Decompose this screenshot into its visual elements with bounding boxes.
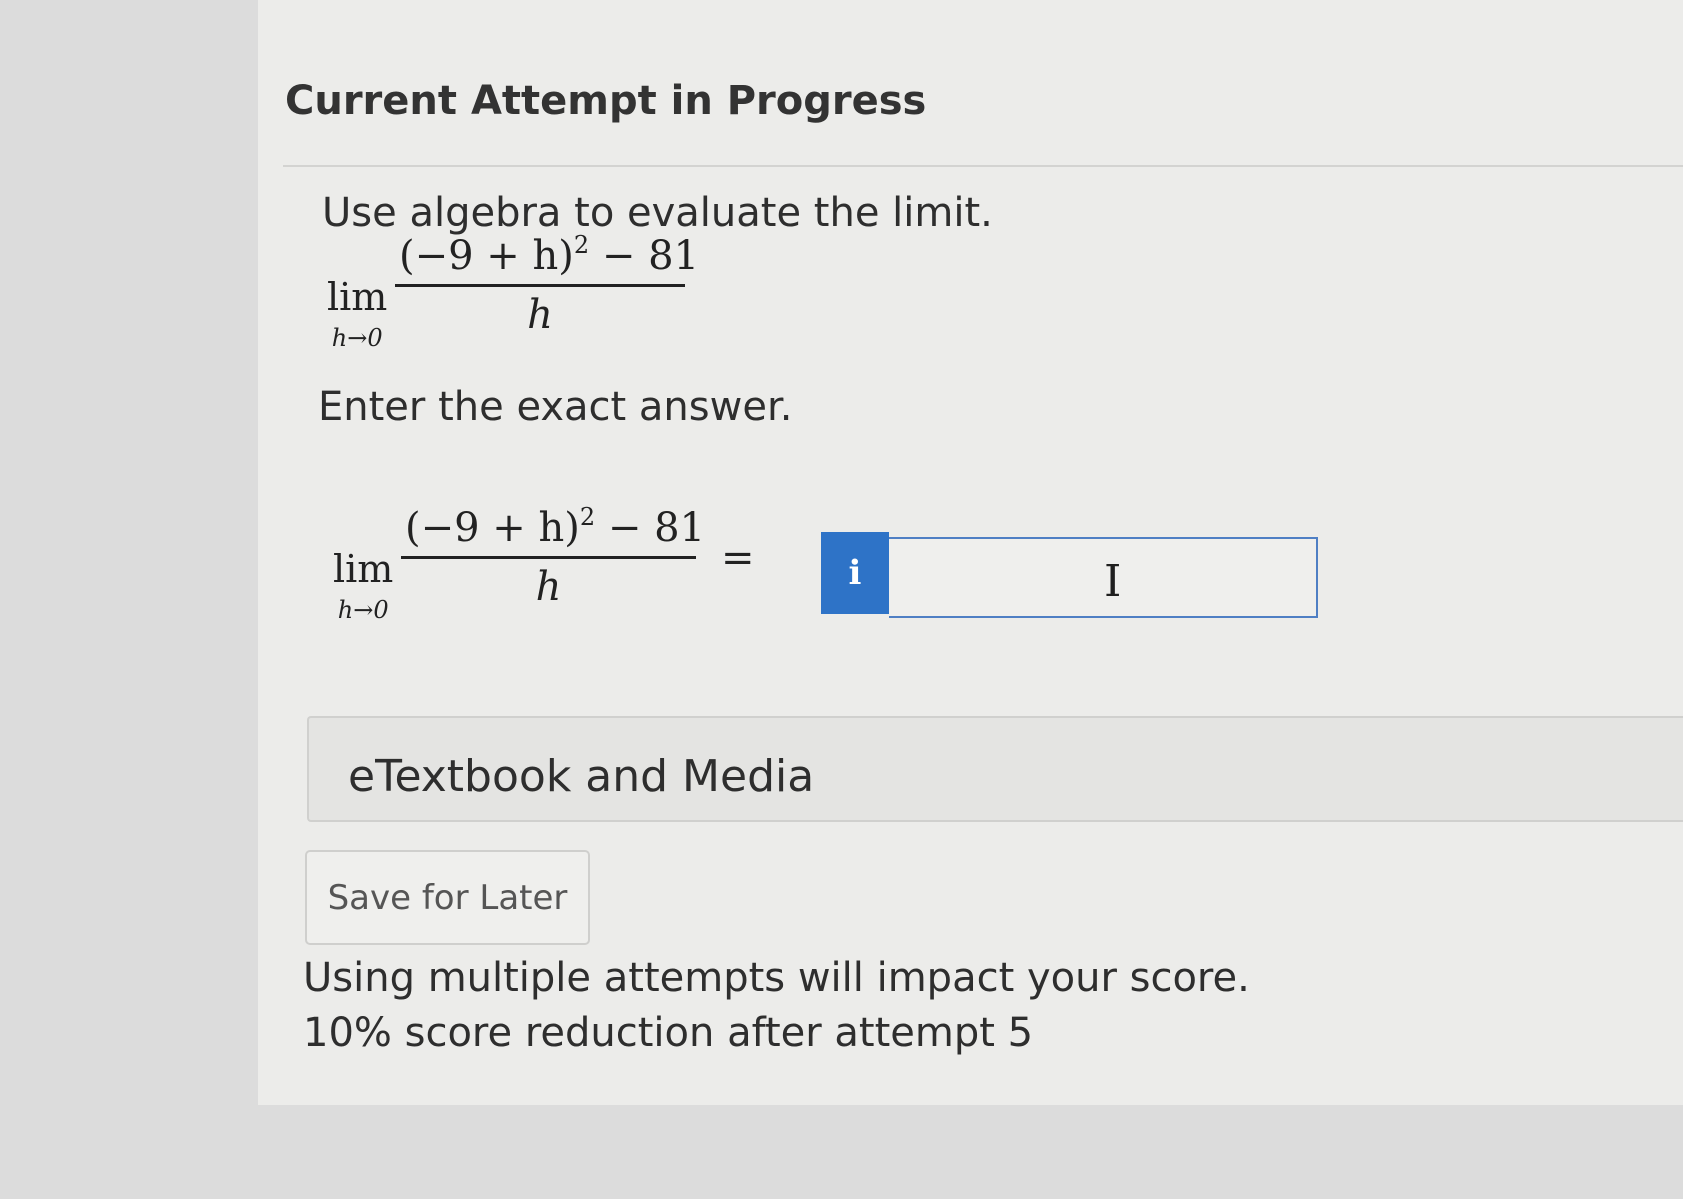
- limit-subscript: h→0: [331, 324, 383, 352]
- numerator-base: (−9 + h): [399, 233, 574, 279]
- info-icon[interactable]: i: [821, 532, 889, 614]
- etextbook-media-label[interactable]: eTextbook and Media: [348, 751, 814, 802]
- score-reduction-notice: 10% score reduction after attempt 5: [303, 1010, 1034, 1056]
- numerator-tail: − 81: [595, 505, 706, 551]
- save-for-later-button[interactable]: Save for Later: [305, 850, 590, 945]
- question-instruction: Use algebra to evaluate the limit.: [322, 190, 993, 236]
- numerator-base: (−9 + h): [405, 505, 580, 551]
- fraction-denominator: h: [527, 292, 553, 338]
- fraction-denominator: h: [535, 564, 562, 610]
- equals-sign: =: [721, 535, 755, 581]
- answer-prompt: Enter the exact answer.: [318, 384, 793, 430]
- limit-operator: lim h→0: [333, 550, 393, 622]
- info-icon-label: i: [848, 553, 862, 593]
- numerator-tail: − 81: [589, 233, 700, 279]
- fraction-numerator: (−9 + h)2 − 81: [395, 233, 699, 284]
- fraction-numerator: (−9 + h)2 − 81: [401, 505, 705, 556]
- text-cursor-icon: I: [1104, 556, 1122, 607]
- limit-operator: lim h→0: [327, 278, 387, 350]
- limit-subscript: h→0: [337, 596, 389, 624]
- limit-word: lim: [327, 275, 388, 319]
- attempt-notice-line: Using multiple attempts will impact your…: [303, 955, 1250, 1001]
- title-divider: [283, 165, 1683, 167]
- numerator-exponent: 2: [579, 503, 596, 531]
- page-title: Current Attempt in Progress: [285, 78, 927, 124]
- limit-word: lim: [333, 547, 394, 591]
- limit-fraction: (−9 + h)2 − 81 h: [401, 505, 705, 610]
- numerator-exponent: 2: [573, 231, 590, 259]
- limit-fraction: (−9 + h)2 − 81 h: [395, 233, 699, 338]
